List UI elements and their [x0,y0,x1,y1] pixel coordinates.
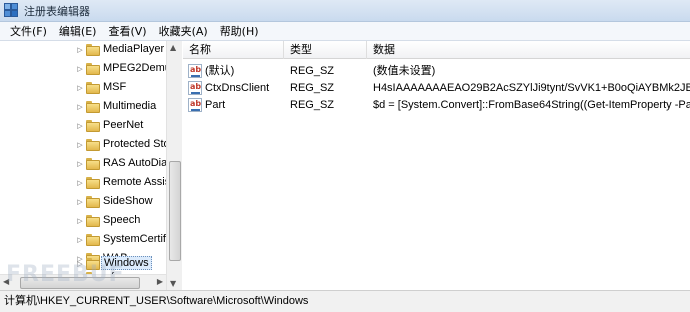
tree-item-label: MSF [103,81,127,93]
tree-item-systemcertificates[interactable]: ▷ SystemCertifi [0,231,169,250]
column-header-name[interactable]: 名称 [183,41,284,59]
value-name: Part [205,99,226,111]
status-path: 计算机\HKEY_CURRENT_USER\Software\Microsoft… [4,295,309,307]
tree-vertical-scrollbar[interactable]: ▲ ▼ [166,41,182,290]
regedit-icon [4,2,20,19]
expand-arrow-icon[interactable]: ▷ [76,46,84,54]
folder-icon [86,101,100,113]
tree-item-label: MPEG2Demu [103,62,171,74]
scroll-up-icon[interactable]: ▲ [170,43,176,52]
tree-item-label: SideShow [103,195,153,207]
tree-item-ras-autodial[interactable]: ▷ RAS AutoDial [0,155,170,174]
string-value-icon: ab [188,98,202,112]
expand-arrow-icon[interactable]: ▷ [76,141,84,149]
registry-tree[interactable]: ▷ MediaPlayer ▷ MPEG2Demu ▷ MSF ▷ Multim… [0,41,182,290]
tree-item-mediaplayer[interactable]: ▷ MediaPlayer [0,41,166,60]
tree-item-remote-assistance[interactable]: ▷ Remote Assis [0,174,170,193]
expand-arrow-icon[interactable]: ▷ [76,103,84,111]
tree-item-protected-storage[interactable]: ▷ Protected Sto [0,136,170,155]
title-bar: 注册表编辑器 [0,0,690,22]
folder-icon [86,234,100,246]
menu-view[interactable]: 查看(V) [102,22,152,41]
expand-arrow-icon[interactable]: ▷ [76,65,84,73]
string-value-icon: ab [188,64,202,78]
expand-arrow-icon[interactable]: ▷ [76,217,84,225]
tree-item-speech[interactable]: ▷ Speech [0,212,166,231]
expand-arrow-icon[interactable]: ▷ [76,122,84,130]
expand-arrow-icon[interactable]: ▷ [76,160,84,168]
menu-file[interactable]: 文件(F) [4,22,53,41]
tree-item-multimedia[interactable]: ▷ Multimedia [0,98,166,117]
menu-edit[interactable]: 编辑(E) [53,22,103,41]
tree-item-label: PeerNet [103,119,144,131]
menu-help[interactable]: 帮助(H) [214,22,265,41]
scroll-right-icon[interactable]: ▶ [157,277,163,286]
window-title: 注册表编辑器 [24,4,90,18]
scroll-thumb[interactable] [169,161,181,261]
folder-icon [86,82,100,94]
tree-item-label: SystemCertifi [103,233,169,245]
column-header-type[interactable]: 类型 [284,41,367,59]
list-header: 名称 类型 数据 [183,41,690,59]
string-value-icon: ab [188,81,202,95]
tree-item-sideshow[interactable]: ▷ SideShow [0,193,166,212]
column-header-data[interactable]: 数据 [367,41,690,59]
folder-icon [86,44,100,56]
folder-icon [86,196,100,208]
folder-icon [86,177,100,189]
tree-item-peernet[interactable]: ▷ PeerNet [0,117,166,136]
expand-arrow-icon[interactable]: ▷ [76,179,84,187]
scroll-down-icon[interactable]: ▼ [170,279,176,288]
tree-item-mpeg2demu[interactable]: ▷ MPEG2Demu [0,60,171,79]
menu-bar: 文件(F) 编辑(E) 查看(V) 收藏夹(A) 帮助(H) [0,22,690,41]
tree-item-label: MediaPlayer [103,43,165,55]
menu-favorites[interactable]: 收藏夹(A) [153,22,214,41]
value-data: $d = [System.Convert]::FromBase64String(… [373,99,690,111]
folder-icon [86,63,100,75]
watermark: FREEBUF [6,262,125,287]
value-type: REG_SZ [290,99,335,111]
tree-item-label: Protected Sto [103,138,170,150]
tree-item-msf[interactable]: ▷ MSF [0,79,166,98]
status-bar: 计算机\HKEY_CURRENT_USER\Software\Microsoft… [0,290,690,312]
tree-item-label: Remote Assis [103,176,171,188]
expand-arrow-icon[interactable]: ▷ [76,198,84,206]
folder-icon [86,120,100,132]
folder-icon [86,158,100,170]
folder-icon [86,215,100,227]
tree-item-label: Speech [103,214,141,226]
folder-icon [86,139,100,151]
expand-arrow-icon[interactable]: ▷ [76,84,84,92]
tree-item-label: Multimedia [103,100,157,112]
expand-arrow-icon[interactable]: ▷ [76,236,84,244]
tree-item-label: RAS AutoDial [103,157,170,169]
value-row[interactable]: ab Part REG_SZ $d = [System.Convert]::Fr… [183,96,690,115]
values-list[interactable]: 名称 类型 数据 ab (默认) REG_SZ (数值未设置) ab CtxDn… [183,41,690,290]
